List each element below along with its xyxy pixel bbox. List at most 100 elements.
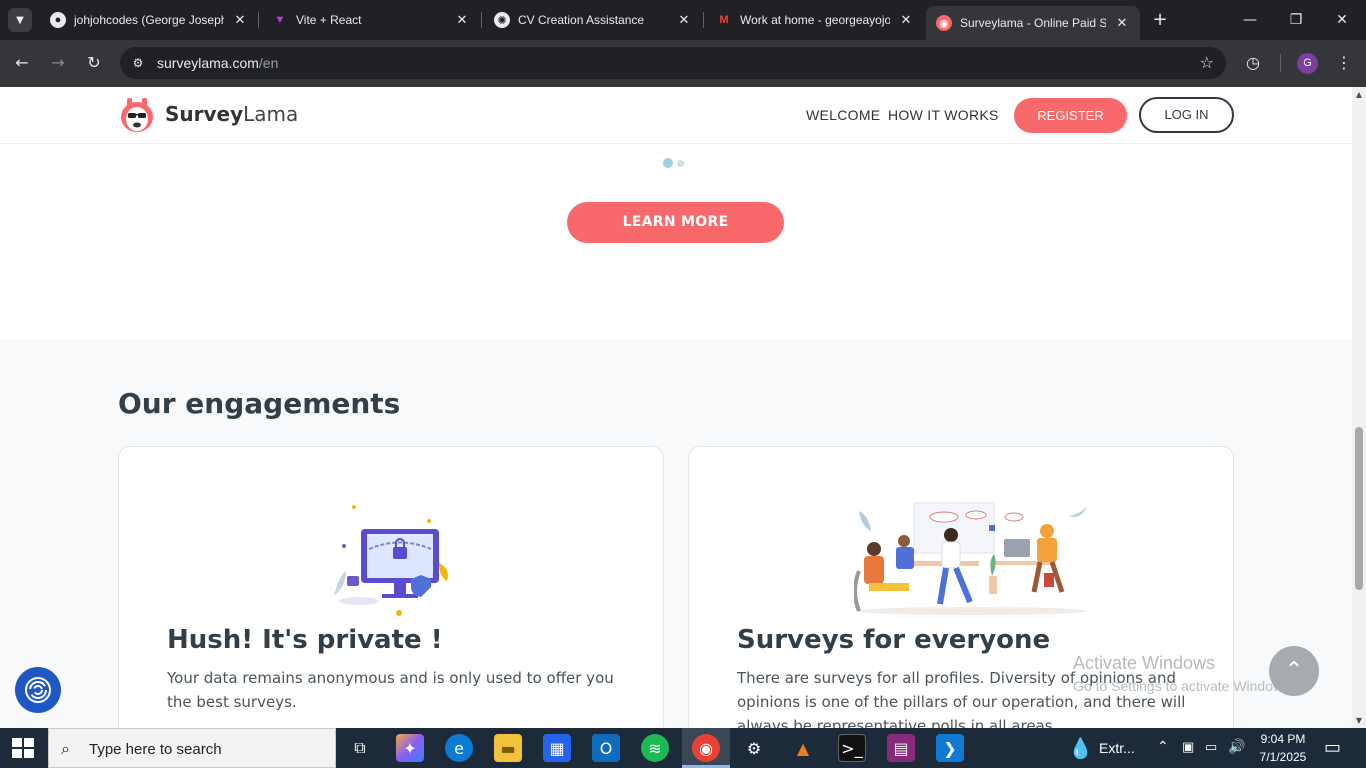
meet-now-icon[interactable]: ▣ — [1182, 739, 1194, 755]
close-icon[interactable]: ✕ — [454, 12, 470, 28]
watermark-line2: Go to Settings to activate Windows. — [1073, 678, 1294, 694]
tray-chevron-up-icon[interactable]: ⌃ — [1157, 738, 1169, 755]
clock-date[interactable]: 7/1/2025 — [1255, 750, 1311, 764]
register-button[interactable]: REGISTER — [1014, 98, 1127, 133]
webpage-viewport: SurveyLama WELCOME HOW IT WORKS REGISTER… — [0, 87, 1352, 728]
vscode-icon[interactable]: ❯ — [936, 734, 964, 762]
battery-icon[interactable]: ▭ — [1205, 739, 1217, 755]
windows-taskbar: ⌕ Type here to search ⧉ ✦ e ▬ ▦ O ≋ ◉ ⚙ … — [0, 728, 1366, 768]
close-icon[interactable]: ✕ — [676, 12, 692, 28]
winrar-icon[interactable]: ▤ — [887, 734, 915, 762]
window-close-icon[interactable]: ✕ — [1330, 8, 1354, 32]
tab-title: Work at home - georgeayojo — [740, 13, 890, 27]
tab-surveylama[interactable]: ◉ Surveylama - Online Paid Su ✕ — [926, 6, 1140, 40]
chevron-up-icon: ⌃ — [1284, 658, 1304, 683]
scroll-up-arrow-icon[interactable]: ▲ — [1354, 90, 1364, 99]
tab-title: johjohcodes (George Joseph — [74, 13, 224, 27]
weather-text[interactable]: Extr... — [1099, 740, 1135, 756]
nav-how-it-works[interactable]: HOW IT WORKS — [888, 107, 999, 123]
weather-drop-icon[interactable]: 💧 — [1068, 736, 1093, 761]
tab-github[interactable]: ● johjohcodes (George Joseph ✕ — [40, 6, 258, 34]
learn-more-button[interactable]: LEARN MORE — [567, 202, 784, 243]
tab-title: CV Creation Assistance — [518, 13, 645, 27]
volume-icon[interactable]: 🔊 — [1228, 738, 1245, 755]
copilot-icon[interactable]: ✦ — [396, 734, 424, 762]
carousel-dot-active[interactable] — [663, 158, 673, 168]
openai-icon: ✺ — [494, 12, 510, 28]
close-icon[interactable]: ✕ — [1114, 15, 1130, 31]
surveylama-icon: ◉ — [936, 15, 952, 31]
engagement-card-privacy: Hush! It's private ! Your data remains a… — [118, 446, 664, 728]
carousel-dot[interactable] — [677, 159, 684, 167]
chrome-icon[interactable]: ◉ — [692, 734, 720, 762]
windows-start-icon[interactable] — [12, 738, 34, 758]
address-bar[interactable]: ⚙ surveylama.com/en ☆ — [120, 47, 1226, 79]
team-meeting-illustration — [854, 502, 1087, 615]
toolbar-separator — [1280, 54, 1281, 72]
llama-logo-icon — [121, 98, 153, 132]
site-info-icon[interactable]: ⚙ — [130, 55, 146, 71]
site-header: SurveyLama WELCOME HOW IT WORKS REGISTER… — [0, 87, 1352, 144]
watermark-line1: Activate Windows — [1073, 653, 1216, 673]
tab-cv[interactable]: ✺ CV Creation Assistance ✕ — [484, 6, 702, 34]
bookmark-star-icon[interactable]: ☆ — [1200, 53, 1214, 72]
vlc-icon[interactable]: ▲ — [789, 734, 817, 762]
card-text: Your data remains anonymous and is only … — [167, 669, 614, 711]
logo-text-light: Lama — [243, 102, 299, 126]
terminal-icon[interactable]: >_ — [838, 734, 866, 762]
minimize-icon[interactable]: — — [1238, 8, 1262, 32]
github-icon: ● — [50, 12, 66, 28]
tab-gmail[interactable]: M Work at home - georgeayojo ✕ — [706, 6, 924, 34]
url-path: /en — [258, 55, 279, 71]
activate-windows-watermark: Activate Windows Go to Settings to activ… — [1073, 653, 1294, 694]
login-button[interactable]: LOG IN — [1139, 97, 1234, 133]
more-menu-icon[interactable]: ⋮ — [1333, 52, 1355, 74]
back-arrow-icon[interactable]: ← — [11, 52, 33, 74]
carousel-dots — [663, 158, 684, 168]
vite-icon: ▼ — [274, 14, 286, 26]
profile-avatar[interactable]: G — [1297, 53, 1318, 74]
file-explorer-icon[interactable]: ▬ — [494, 734, 522, 762]
card-title: Hush! It's private ! — [167, 625, 443, 655]
task-view-icon[interactable]: ⧉ — [346, 734, 374, 762]
clock-time[interactable]: 9:04 PM — [1258, 732, 1308, 746]
tab-title: Surveylama - Online Paid Su — [960, 16, 1106, 30]
fingerprint-icon — [25, 677, 51, 703]
scroll-down-arrow-icon[interactable]: ▼ — [1354, 716, 1364, 725]
microsoft-store-icon[interactable]: ▦ — [543, 734, 571, 762]
section-title: Our engagements — [118, 387, 401, 420]
settings-gear-icon[interactable]: ⚙ — [740, 734, 768, 762]
fingerprint-widget-button[interactable] — [15, 667, 61, 713]
restore-icon[interactable]: ❐ — [1284, 8, 1308, 32]
gmail-icon: M — [719, 14, 729, 26]
site-logo[interactable]: SurveyLama — [119, 95, 298, 133]
privacy-computer-illustration — [334, 505, 448, 616]
page-scrollbar[interactable]: ▲ ▼ — [1352, 87, 1366, 728]
tab-search-icon[interactable]: ▼ — [8, 8, 32, 32]
logo-text-bold: Survey — [165, 102, 244, 126]
nav-welcome[interactable]: WELCOME — [806, 107, 880, 123]
url-text[interactable]: surveylama.com/en — [157, 55, 278, 71]
forward-arrow-icon[interactable]: → — [47, 52, 69, 74]
history-icon[interactable]: ◷ — [1242, 52, 1264, 74]
edge-icon[interactable]: e — [445, 734, 473, 762]
notifications-icon[interactable]: ▭ — [1324, 737, 1341, 758]
scroll-to-top-button[interactable]: ⌃ — [1269, 646, 1319, 696]
close-icon[interactable]: ✕ — [898, 12, 914, 28]
spotify-icon[interactable]: ≋ — [641, 734, 669, 762]
scrollbar-thumb[interactable] — [1355, 427, 1363, 590]
tab-separator — [703, 12, 704, 28]
taskbar-search-box[interactable]: ⌕ Type here to search — [48, 728, 336, 768]
outlook-icon[interactable]: O — [592, 734, 620, 762]
close-icon[interactable]: ✕ — [232, 12, 248, 28]
search-icon: ⌕ — [61, 739, 70, 758]
tab-separator — [481, 12, 482, 28]
tab-separator — [258, 12, 259, 28]
new-tab-plus-icon[interactable]: + — [1150, 10, 1170, 30]
tab-title: Vite + React — [296, 13, 362, 27]
tab-vite[interactable]: ▼ Vite + React ✕ — [262, 6, 480, 34]
card-title: Surveys for everyone — [737, 625, 1051, 655]
reload-icon[interactable]: ↻ — [83, 52, 105, 74]
url-host: surveylama.com — [157, 55, 259, 71]
logo-text: SurveyLama — [165, 102, 298, 126]
